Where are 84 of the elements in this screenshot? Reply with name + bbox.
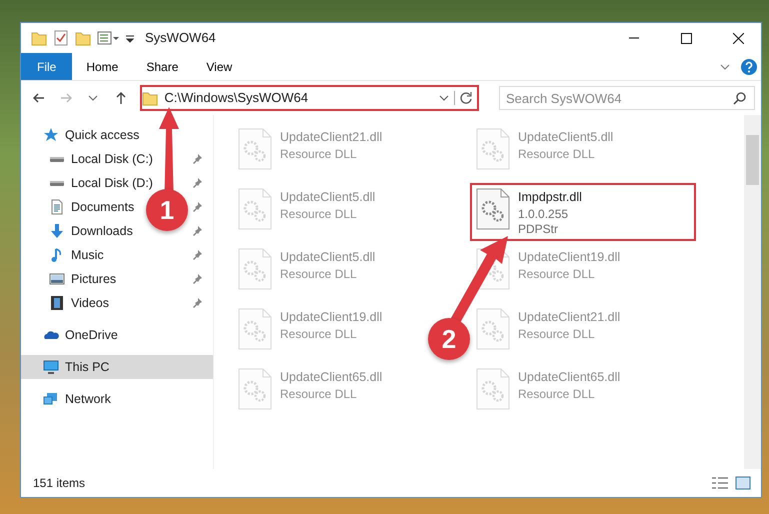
file-detail: Resource DLL — [280, 386, 358, 402]
nav-item[interactable]: Local Disk (C:) — [21, 147, 159, 171]
file-name: UpdateClient19.dll — [518, 249, 620, 266]
dll-file-icon — [238, 248, 272, 290]
nav-item[interactable]: Pictures — [21, 267, 122, 291]
nav-label: Videos — [71, 294, 109, 312]
search-icon — [733, 91, 747, 105]
minimize-icon — [629, 37, 639, 39]
nav-label: Music — [71, 246, 104, 264]
nav-label: OneDrive — [65, 326, 118, 344]
film-strip-icon — [49, 295, 65, 311]
file-name: UpdateClient19.dll — [280, 309, 382, 326]
nav-item[interactable]: Downloads — [21, 219, 139, 243]
file-detail: Resource DLL — [280, 206, 358, 222]
file-name: UpdateClient65.dll — [280, 369, 382, 386]
file-detail: 1.0.0.255 — [518, 206, 570, 222]
file-name: UpdateClient21.dll — [518, 309, 620, 326]
dll-file-icon — [238, 128, 272, 170]
file-detail: Resource DLL — [280, 326, 358, 342]
drive-icon — [50, 156, 64, 162]
nav-label: Network — [65, 390, 111, 408]
file-name: UpdateClient21.dll — [280, 129, 382, 146]
nav-item[interactable]: Music — [21, 243, 110, 267]
ribbon-tab[interactable]: Share — [132, 53, 192, 80]
nav-label: Quick access — [65, 126, 140, 144]
properties-icon[interactable] — [97, 30, 119, 46]
large-icons-view-icon[interactable] — [735, 476, 751, 490]
file-name: UpdateClient5.dll — [518, 129, 614, 146]
vertical-scrollbar[interactable] — [744, 115, 761, 469]
nav-item[interactable]: Quick access — [21, 123, 146, 147]
document-icon — [49, 199, 65, 215]
scroll-thumb[interactable] — [746, 135, 759, 185]
file-name: UpdateClient5.dll — [280, 249, 376, 266]
help-icon — [740, 58, 758, 76]
window-title: SysWOW64 — [145, 29, 217, 48]
dll-file-icon — [476, 308, 510, 350]
dll-file-icon — [238, 308, 272, 350]
nav-item[interactable]: This PC — [21, 355, 213, 379]
dropdown-icon — [88, 95, 98, 101]
file-name: UpdateClient5.dll — [280, 189, 376, 206]
refresh-icon — [459, 91, 473, 105]
download-arrow-icon — [49, 223, 65, 239]
file-name: UpdateClient65.dll — [518, 369, 620, 386]
nav-item[interactable]: Documents — [21, 195, 140, 219]
file-detail: Resource DLL — [280, 266, 358, 282]
address-path: C:\Windows\SysWOW64 — [163, 89, 310, 108]
details-view-icon[interactable] — [711, 476, 729, 490]
file-menu-tab[interactable]: File — [21, 53, 72, 80]
folder-icon — [142, 90, 158, 106]
search-field[interactable]: Search SysWOW64 — [499, 86, 755, 110]
network-icon — [43, 391, 59, 407]
star-icon — [43, 127, 59, 143]
item-count: 151 items — [33, 475, 86, 492]
address-bar[interactable]: C:\Windows\SysWOW64 — [140, 85, 479, 111]
file-detail: Resource DLL — [280, 146, 358, 162]
computer-icon — [43, 359, 59, 375]
ribbon-tab[interactable]: View — [192, 53, 246, 80]
file-name: Impdpstr.dll — [518, 189, 582, 206]
drive-icon — [50, 180, 64, 186]
dll-file-icon — [476, 188, 510, 230]
nav-label: Documents — [71, 198, 134, 216]
file-detail: Resource DLL — [518, 326, 596, 342]
file-detail: PDPStr — [518, 222, 560, 238]
nav-label: Local Disk (C:) — [71, 150, 153, 168]
dll-file-icon — [238, 188, 272, 230]
close-icon — [732, 32, 744, 44]
nav-label: Downloads — [71, 222, 133, 240]
dll-file-icon — [238, 368, 272, 410]
picture-icon — [49, 271, 65, 287]
dll-file-icon — [476, 128, 510, 170]
file-detail: Resource DLL — [518, 146, 596, 162]
file-detail: Resource DLL — [518, 266, 596, 282]
nav-item[interactable]: OneDrive — [21, 323, 124, 347]
file-detail: Resource DLL — [518, 386, 596, 402]
dll-file-icon — [476, 368, 510, 410]
nav-label: This PC — [65, 358, 110, 376]
nav-item[interactable]: Network — [21, 387, 117, 411]
checklist-icon[interactable] — [53, 30, 69, 46]
nav-label: Local Disk (D:) — [71, 174, 153, 192]
maximize-icon — [680, 32, 692, 44]
nav-label: Pictures — [71, 270, 116, 288]
file-item[interactable]: Impdpstr.dll 1.0.0.255 PDPStr — [470, 183, 696, 241]
nav-item[interactable]: Videos — [21, 291, 115, 315]
ribbon-tab[interactable]: Home — [72, 53, 132, 80]
